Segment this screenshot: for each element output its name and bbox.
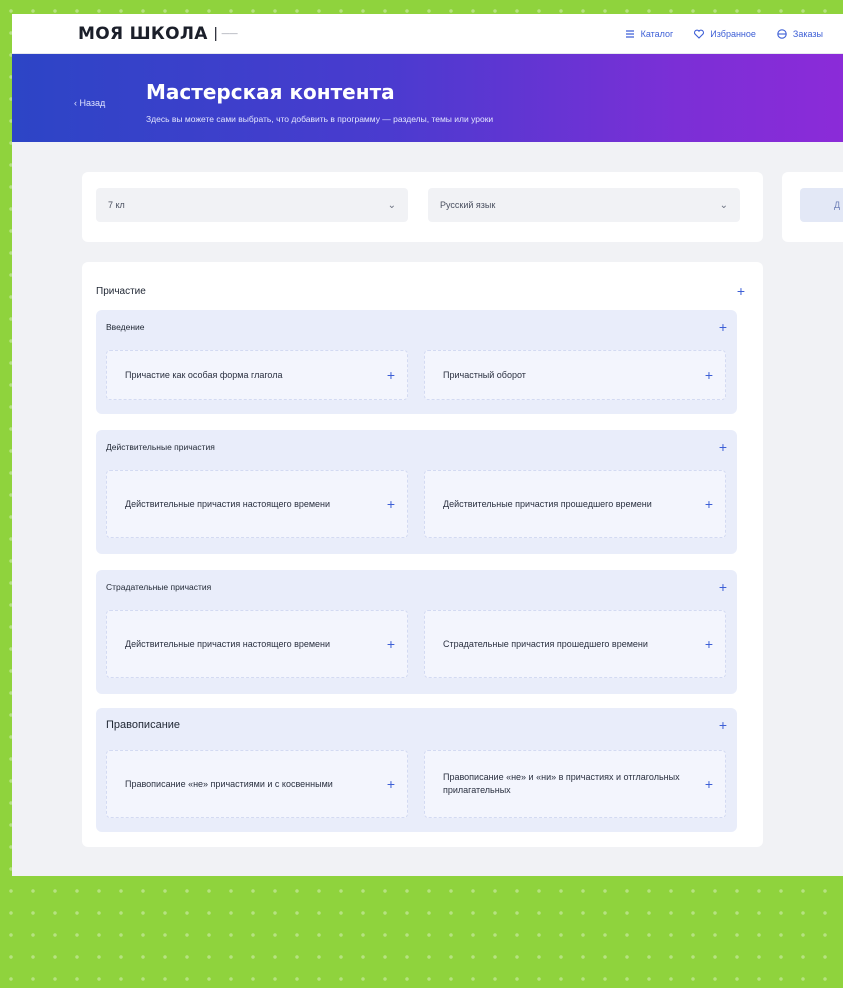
chevron-down-icon: ⌄: [387, 199, 396, 211]
nav-orders-label: Заказы: [792, 28, 823, 39]
lesson-item[interactable]: Причастный оборот +: [424, 350, 726, 400]
top-navigation-bar: МОЯ ШКОЛА | —— Каталог Избранное Заказы: [12, 14, 843, 54]
topic-group-title: Действительные причастия: [106, 442, 215, 452]
plus-icon[interactable]: +: [737, 284, 745, 298]
list-icon: [625, 29, 634, 38]
plus-icon[interactable]: +: [719, 320, 727, 334]
lesson-item[interactable]: Действительные причастия прошедшего врем…: [424, 470, 726, 538]
topic-group: Действительные причастия + Действительны…: [96, 430, 737, 554]
grade-select-value: 7 кл: [108, 200, 125, 210]
lesson-item-label: Страдательные причастия прошедшего време…: [443, 638, 648, 649]
topic-group-title: Страдательные причастия: [106, 582, 212, 592]
lesson-item-label: Действительные причастия настоящего врем…: [125, 498, 331, 509]
side-action-button[interactable]: Д: [800, 188, 843, 222]
topic-group: Правописание + Правописание «не» причаст…: [96, 708, 737, 832]
topic-group-header[interactable]: Страдательные причастия +: [106, 580, 727, 594]
plus-icon[interactable]: +: [705, 497, 713, 511]
lesson-item[interactable]: Причастие как особая форма глагола +: [106, 350, 408, 400]
plus-icon[interactable]: +: [387, 777, 395, 791]
subject-select[interactable]: Русский язык ⌄: [428, 188, 740, 222]
plus-icon[interactable]: +: [705, 368, 713, 382]
filter-panel: 7 кл ⌄ Русский язык ⌄: [82, 172, 763, 242]
topic-group-header[interactable]: Введение +: [106, 320, 727, 334]
topic-group: Введение + Причастие как особая форма гл…: [96, 310, 737, 414]
logo-separator: |: [213, 25, 218, 42]
heart-icon: [694, 29, 705, 39]
lesson-item-label: Действительные причастия прошедшего врем…: [443, 498, 652, 509]
lesson-item[interactable]: Действительные причастия настоящего врем…: [106, 470, 408, 538]
plus-icon[interactable]: +: [387, 368, 395, 382]
section-header[interactable]: Причастие +: [96, 284, 745, 298]
lesson-item[interactable]: Правописание «не» причастиями и с косвен…: [106, 750, 408, 818]
nav-catalog[interactable]: Каталог: [624, 28, 674, 40]
lesson-item-label: Действительные причастия настоящего врем…: [125, 638, 331, 649]
plus-icon[interactable]: +: [705, 637, 713, 651]
back-link[interactable]: ‹ Назад: [74, 98, 105, 108]
topic-group-title: Введение: [106, 322, 145, 332]
nav-orders[interactable]: Заказы: [776, 28, 823, 40]
nav-favorites-label: Избранное: [710, 28, 756, 39]
plus-icon[interactable]: +: [387, 637, 395, 651]
lesson-item-label: Правописание «не» причастиями и с косвен…: [125, 778, 333, 789]
content-tree: Причастие + Введение + Причастие как осо…: [82, 262, 763, 847]
page-subtitle: Здесь вы можете сами выбрать, что добави…: [146, 114, 494, 124]
page-title: Мастерская контента: [146, 80, 395, 104]
chevron-down-icon: ⌄: [719, 199, 728, 211]
plus-icon[interactable]: +: [387, 497, 395, 511]
lesson-item[interactable]: Действительные причастия настоящего врем…: [106, 610, 408, 678]
header-nav: Каталог Избранное Заказы: [624, 28, 823, 40]
plus-icon[interactable]: +: [719, 718, 727, 732]
page-hero-banner: ‹ Назад Мастерская контента Здесь вы мож…: [12, 54, 843, 142]
topic-group-title: Правописание: [106, 719, 181, 731]
grade-select[interactable]: 7 кл ⌄: [96, 188, 408, 222]
topic-group-header[interactable]: Правописание +: [106, 718, 727, 732]
lesson-item-label: Причастие как особая форма глагола: [125, 369, 283, 380]
topic-group: Страдательные причастия + Действительные…: [96, 570, 737, 694]
nav-catalog-label: Каталог: [640, 28, 674, 39]
site-logo[interactable]: МОЯ ШКОЛА: [78, 24, 208, 44]
topic-group-header[interactable]: Действительные причастия +: [106, 440, 727, 454]
nav-favorites[interactable]: Избранное: [693, 28, 756, 40]
logo-subtitle: ——: [221, 29, 238, 38]
lesson-item-label: Причастный оборот: [443, 369, 526, 380]
plus-icon[interactable]: +: [719, 440, 727, 454]
box-icon: [777, 28, 787, 39]
section-title: Причастие: [96, 285, 146, 297]
subject-select-value: Русский язык: [440, 200, 496, 210]
plus-icon[interactable]: +: [719, 580, 727, 594]
lesson-item[interactable]: Правописание «не» и «ни» в причастиях и …: [424, 750, 726, 818]
app-page: МОЯ ШКОЛА | —— Каталог Избранное Заказы …: [12, 14, 843, 876]
plus-icon[interactable]: +: [705, 777, 713, 791]
side-action-panel: Д: [782, 172, 843, 242]
lesson-item-label: Правописание «не» и «ни» в причастиях и …: [443, 772, 680, 795]
lesson-item[interactable]: Страдательные причастия прошедшего време…: [424, 610, 726, 678]
